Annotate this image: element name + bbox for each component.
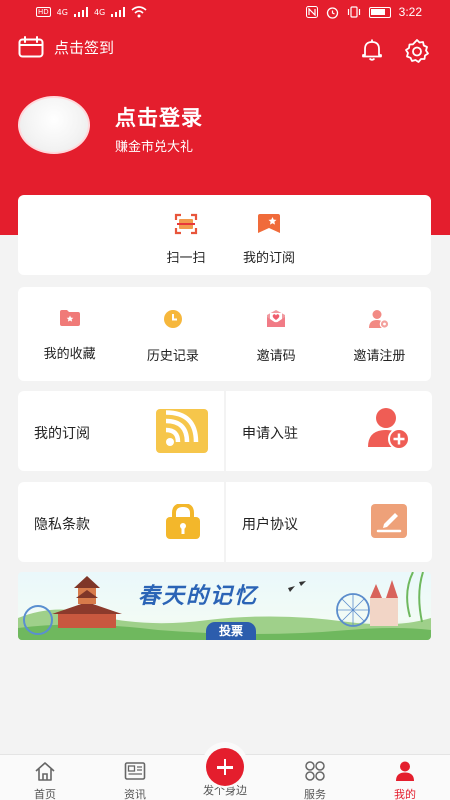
clock-icon (163, 310, 182, 328)
favorites-label: 我的收藏 (43, 347, 96, 362)
features-row: 我的收藏 历史记录 邀请码 邀请注册 (18, 309, 431, 364)
vote-button[interactable]: 投票 (206, 622, 256, 640)
tab-mine[interactable]: 我的 (360, 755, 450, 800)
nfc-icon (305, 6, 318, 18)
rss-icon (156, 409, 208, 453)
login-title[interactable]: 点击登录 (115, 102, 203, 132)
tab-mine-label: 我的 (394, 788, 416, 800)
tab-services[interactable]: 服务 (270, 755, 360, 800)
user-agreement-tile[interactable]: 用户协议 (226, 482, 432, 562)
tab-news-label: 资讯 (124, 788, 146, 800)
invite-code-label: 邀请码 (256, 349, 296, 364)
bookmark-star-icon (258, 214, 280, 233)
hd-badge: HD (36, 7, 51, 17)
tab-home-label: 首页 (34, 788, 56, 800)
status-right: 3:22 (305, 5, 422, 19)
battery-icon (368, 6, 391, 18)
login-subtitle: 赚金市兑大礼 (115, 140, 194, 155)
invite-code-button[interactable]: 邀请码 (225, 309, 328, 364)
scan-label: 扫一扫 (166, 251, 206, 266)
invite-register-button[interactable]: 邀请注册 (328, 309, 431, 364)
banner-title: 春天的记忆 (138, 583, 259, 609)
features-card: 我的收藏 历史记录 邀请码 邀请注册 (18, 287, 431, 381)
tab-home[interactable]: 首页 (0, 755, 90, 800)
user-agreement-tile-label: 用户协议 (242, 517, 298, 533)
privacy-tile-label: 隐私条款 (34, 517, 90, 533)
home-icon (35, 762, 55, 781)
status-time: 3:22 (398, 5, 422, 19)
wifi-icon (131, 6, 147, 18)
apply-join-tile[interactable]: 申请入驻 (226, 391, 432, 471)
apply-join-tile-label: 申请入驻 (242, 426, 298, 442)
news-icon (124, 762, 146, 780)
signal-4g-label-2: 4G (93, 7, 106, 17)
envelope-heart-icon (267, 310, 286, 327)
add-user-icon (368, 408, 410, 450)
login-area[interactable]: 点击登录 赚金市兑大礼 (18, 96, 438, 158)
tab-news[interactable]: 资讯 (90, 755, 180, 800)
my-subscription-quick-button[interactable]: 我的订阅 (234, 213, 304, 266)
lock-icon (166, 504, 200, 539)
history-label: 历史记录 (146, 349, 199, 364)
my-subscription-tile-label: 我的订阅 (34, 426, 90, 442)
avatar[interactable] (18, 96, 90, 154)
grid-icon (305, 761, 325, 781)
status-bar: HD 4G 4G 3:22 (0, 0, 450, 28)
edit-note-icon (371, 504, 407, 538)
calendar-icon (18, 36, 44, 58)
privacy-tile[interactable]: 隐私条款 (18, 482, 224, 562)
invite-register-label: 邀请注册 (353, 349, 406, 364)
top-bar: 点击签到 (0, 34, 450, 66)
scan-button[interactable]: 扫一扫 (161, 213, 211, 266)
status-left: HD 4G 4G (36, 6, 147, 18)
promo-banner[interactable]: 春天的记忆 投票 (18, 572, 431, 640)
user-settings-icon (369, 310, 390, 329)
signal-4g-label: 4G (56, 7, 68, 17)
alarm-icon (326, 6, 338, 19)
bell-icon[interactable] (360, 38, 384, 62)
quick-actions-card: 扫一扫 我的订阅 (18, 195, 431, 275)
my-subscription-tile[interactable]: 我的订阅 (18, 391, 224, 471)
checkin-label: 点击签到 (54, 38, 115, 57)
vibrate-icon (347, 6, 360, 18)
signal-icon (73, 7, 88, 17)
history-button[interactable]: 历史记录 (121, 309, 224, 364)
tab-services-label: 服务 (304, 788, 326, 800)
scan-icon (174, 213, 198, 235)
favorites-folder-icon (59, 310, 80, 326)
user-icon (396, 761, 414, 781)
plus-icon[interactable] (206, 748, 244, 786)
favorites-button[interactable]: 我的收藏 (18, 309, 121, 364)
gear-icon[interactable] (404, 38, 430, 64)
checkin-button[interactable]: 点击签到 (18, 36, 114, 58)
signal-icon-2 (111, 7, 126, 17)
my-subscription-quick-label: 我的订阅 (242, 251, 295, 266)
